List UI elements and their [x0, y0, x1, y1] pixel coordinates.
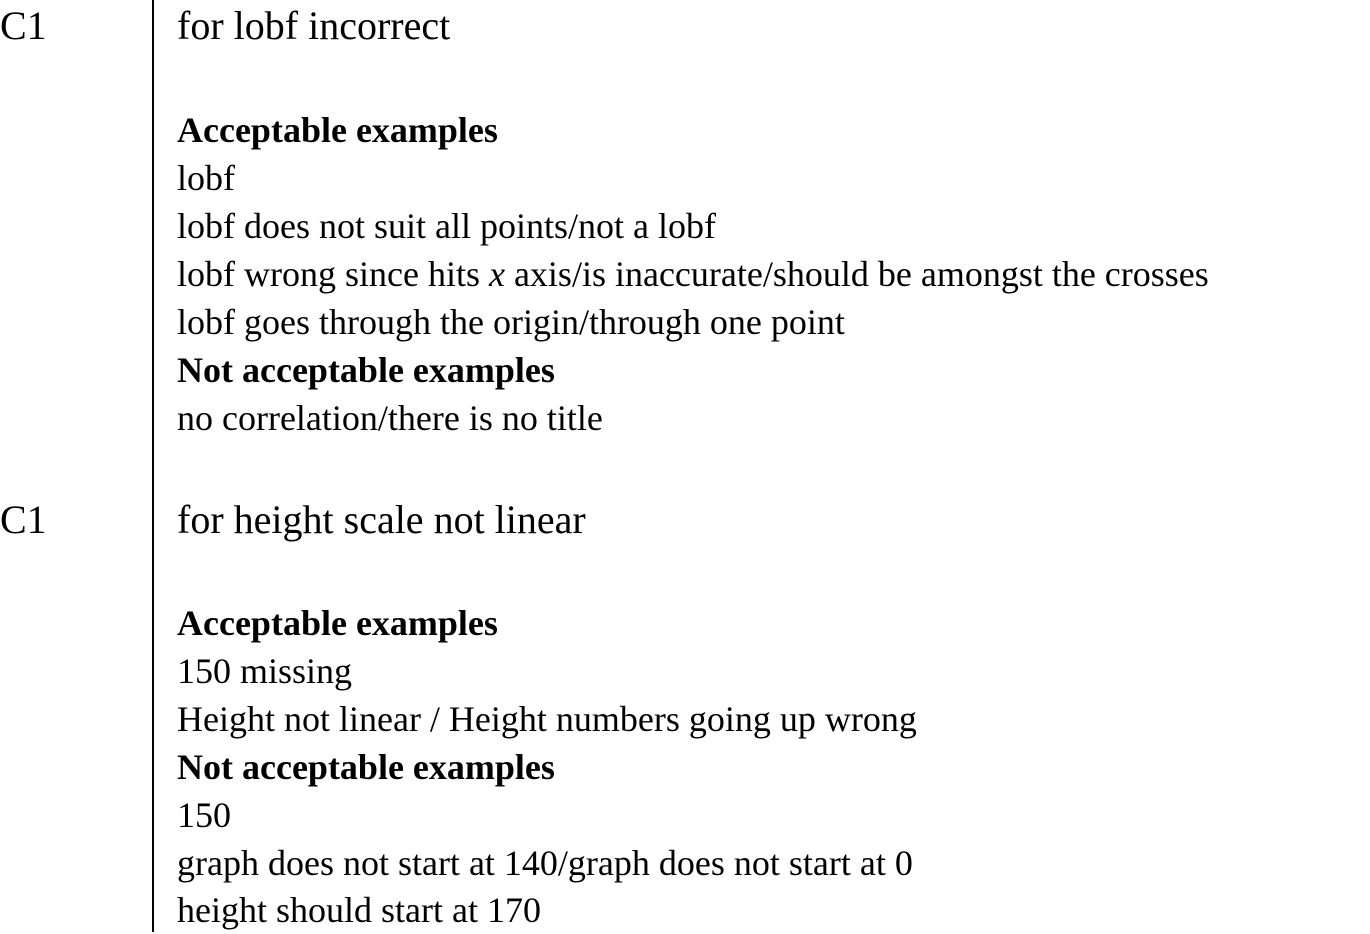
criterion-1-acceptable-example-x-axis: lobf wrong since hits x axis/is inaccura…: [177, 250, 1209, 298]
x-variable: x: [488, 254, 505, 294]
example-text-after: axis/is inaccurate/should be amongst the…: [504, 254, 1209, 294]
criterion-1-acceptable-example: lobf goes through the origin/through one…: [177, 302, 845, 342]
criterion-2-acceptable-example: Height not linear / Height numbers going…: [177, 699, 917, 739]
criterion-2-not-acceptable-example: height should start at 170: [177, 890, 541, 930]
criterion-2-heading: for height scale not linear: [177, 497, 586, 542]
example-text-before: lobf wrong since hits: [177, 254, 489, 294]
mark-column-divider: [152, 0, 154, 932]
criterion-2-not-acceptable-label: Not acceptable examples: [177, 747, 555, 787]
criterion-1-acceptable-example: lobf does not suit all points/not a lobf: [177, 206, 716, 246]
criterion-1-heading: for lobf incorrect: [177, 3, 451, 48]
criterion-1-acceptable-example: lobf: [177, 158, 235, 198]
criterion-1-acceptable-label: Acceptable examples: [177, 110, 498, 150]
criterion-2-acceptable-example: 150 missing: [177, 651, 353, 691]
criterion-1-not-acceptable-label: Not acceptable examples: [177, 350, 555, 390]
criterion-2-not-acceptable-example: graph does not start at 140/graph does n…: [177, 843, 913, 883]
criterion-2-not-acceptable-example: 150: [177, 795, 231, 835]
mark-code-2: C1: [0, 497, 47, 542]
criterion-2-acceptable-label: Acceptable examples: [177, 603, 498, 643]
mark-code-1: C1: [0, 3, 47, 48]
criterion-1-not-acceptable-example: no correlation/there is no title: [177, 398, 603, 438]
